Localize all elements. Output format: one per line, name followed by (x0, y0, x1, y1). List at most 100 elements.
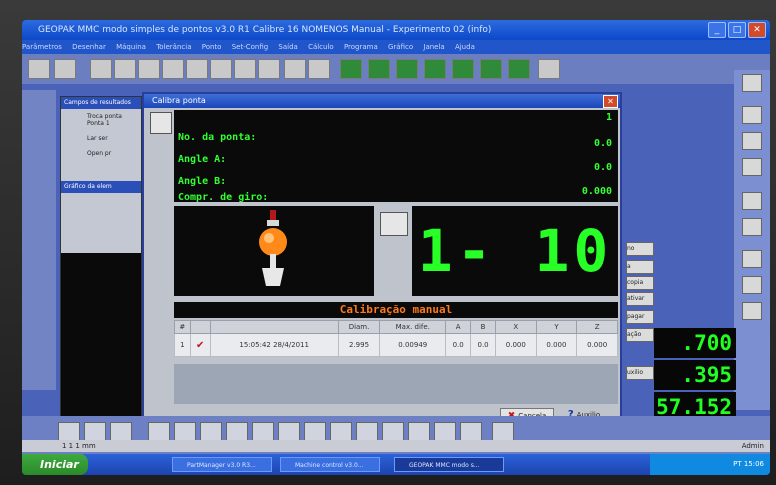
column-header: Y (535, 320, 578, 334)
axis-icon[interactable] (742, 302, 762, 320)
column-header: Diam. (337, 320, 381, 334)
probe-icon (150, 112, 172, 134)
status-bar: 1 1 1 mm Admin (22, 440, 770, 452)
table-icon[interactable] (538, 59, 560, 79)
point-counter: 1- 10 (412, 206, 618, 296)
table-cell: 0.0 (470, 333, 497, 357)
menu-item[interactable]: Gráfico (388, 43, 413, 51)
cylinder-icon[interactable] (234, 59, 256, 79)
right-toolstrip (734, 70, 770, 410)
taskbar-item[interactable]: PartManager v3.0 R3... (172, 457, 272, 472)
screen: GEOPAK MMC modo simples de pontos v3.0 R… (22, 20, 770, 475)
menu-item[interactable]: Máquina (116, 43, 146, 51)
tool-icon[interactable] (340, 59, 362, 79)
table-cell: 0.0 (445, 333, 472, 357)
plane-icon[interactable] (162, 59, 184, 79)
sphere-icon[interactable] (210, 59, 232, 79)
side-button[interactable]: no (626, 242, 654, 256)
side-button[interactable]: a (626, 260, 654, 274)
list-item[interactable]: Lar ser (61, 129, 141, 144)
minimize-button[interactable]: _ (708, 22, 726, 38)
menu-bar: Parâmetros Desenhar Máquina Tolerância P… (22, 40, 770, 54)
point-icon[interactable] (90, 59, 112, 79)
side-button[interactable]: ativar (626, 292, 654, 306)
table-cell: 0.000 (495, 333, 537, 357)
side-button[interactable]: pagar (626, 310, 654, 324)
tool-icon[interactable] (368, 59, 390, 79)
menu-item[interactable]: Janela (423, 43, 444, 51)
angle-a-value: 0.0 (593, 138, 612, 149)
list-item[interactable]: Open pr (61, 144, 141, 159)
menu-item[interactable]: Saída (278, 43, 297, 51)
menu-item[interactable]: Programa (344, 43, 378, 51)
dialog-close-button[interactable]: ✕ (603, 95, 618, 108)
column-header (209, 320, 339, 334)
slot-icon[interactable] (258, 59, 280, 79)
tool-icon[interactable] (396, 59, 418, 79)
menu-item[interactable]: Ajuda (455, 43, 475, 51)
probe-icon[interactable] (54, 59, 76, 79)
coordinate-readout-x: .700 (654, 328, 736, 358)
angle-a-label: Angle A: (178, 154, 227, 165)
tool-icon[interactable] (742, 192, 762, 210)
swing-length-value: 0.000 (581, 186, 612, 197)
angle-icon[interactable] (308, 59, 330, 79)
report-icon[interactable] (742, 132, 762, 150)
line-icon[interactable] (114, 59, 136, 79)
axis-icon[interactable] (742, 276, 762, 294)
column-header: # (174, 320, 191, 334)
probe-graphic (174, 206, 374, 296)
graphics-view[interactable] (61, 253, 141, 423)
report-icon[interactable] (742, 158, 762, 176)
close-button[interactable]: ✕ (748, 22, 766, 38)
tool-icon[interactable] (508, 59, 530, 79)
table-cell: 0.000 (576, 333, 618, 357)
status-text: 1 1 1 mm (62, 442, 96, 450)
side-button[interactable]: uxilio (626, 366, 654, 380)
menu-item[interactable]: Set-Config (232, 43, 268, 51)
column-header: Max. dife. (379, 320, 447, 334)
graphics-panel-title: Gráfico da elem (61, 181, 141, 193)
side-button[interactable]: copia (626, 276, 654, 290)
table-row[interactable]: 1 ✔ 15:05:42 28/4/2011 2.995 0.00949 0.0… (174, 333, 618, 357)
coordinate-readout-y: .395 (654, 360, 736, 390)
measure-icon[interactable] (742, 74, 762, 92)
taskbar-item[interactable]: Machine control v3.0... (280, 457, 380, 472)
probe-number-label: No. da ponta: (178, 132, 257, 143)
column-header (189, 320, 211, 334)
menu-item[interactable]: Desenhar (72, 43, 106, 51)
table-cell: 1 (174, 333, 191, 357)
menu-item[interactable]: Cálculo (308, 43, 334, 51)
cone-icon[interactable] (186, 59, 208, 79)
left-toolstrip (22, 90, 56, 390)
start-button[interactable]: Iniciar (22, 454, 88, 475)
tool-icon[interactable] (452, 59, 474, 79)
table-cell: 15:05:42 28/4/2011 (209, 333, 339, 357)
list-item[interactable]: Troca ponta Ponta 1 (61, 109, 141, 129)
axis-icon[interactable] (742, 250, 762, 268)
side-button[interactable]: ação (626, 328, 654, 342)
menu-item[interactable]: Tolerância (156, 43, 191, 51)
book-icon[interactable] (380, 212, 408, 236)
table-cell: 2.995 (337, 333, 381, 357)
tool-icon[interactable] (480, 59, 502, 79)
table-cell: 0.00949 (379, 333, 447, 357)
system-tray: PT 15:06 (650, 454, 770, 475)
open-icon[interactable] (28, 59, 50, 79)
window-titlebar: GEOPAK MMC modo simples de pontos v3.0 R… (22, 20, 770, 40)
taskbar-item[interactable]: GEOPAK MMC modo s... (394, 457, 504, 472)
menu-item[interactable]: Parâmetros (22, 43, 62, 51)
menu-item[interactable]: Ponto (202, 43, 222, 51)
probe-number-value: 1 (605, 112, 612, 123)
maximize-button[interactable]: □ (728, 22, 746, 38)
circle-icon[interactable] (138, 59, 160, 79)
tool-icon[interactable] (424, 59, 446, 79)
report-icon[interactable] (742, 106, 762, 124)
window-title: GEOPAK MMC modo simples de pontos v3.0 R… (38, 25, 492, 35)
table-empty-area (174, 364, 618, 404)
tool-icon[interactable] (742, 218, 762, 236)
distance-icon[interactable] (284, 59, 306, 79)
table-cell: 0.000 (535, 333, 578, 357)
results-panel-title: Campos de resultados (61, 97, 141, 109)
taskbar: Iniciar PartManager v3.0 R3... Machine c… (22, 454, 770, 475)
